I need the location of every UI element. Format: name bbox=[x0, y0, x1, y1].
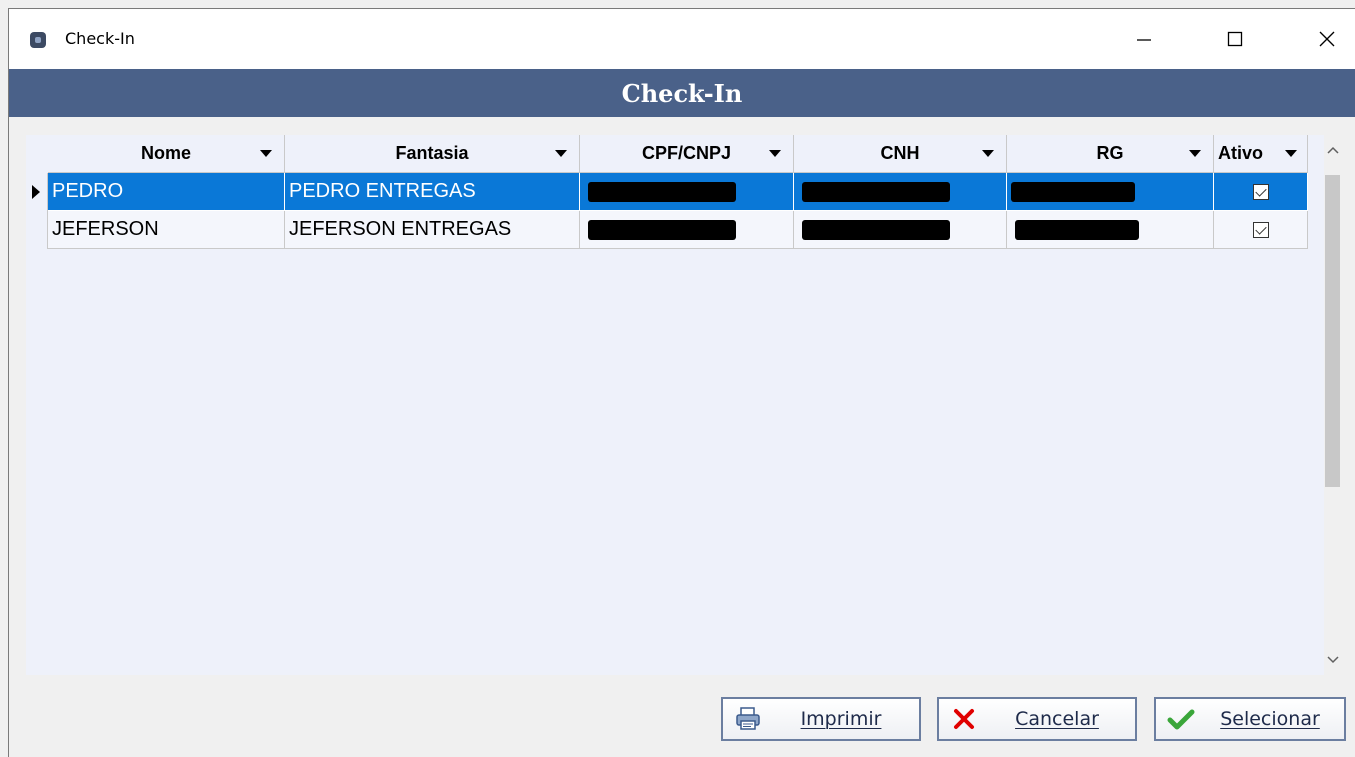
dropdown-caret-icon[interactable] bbox=[1285, 150, 1297, 157]
app-icon bbox=[30, 32, 46, 48]
printer-icon bbox=[733, 704, 763, 734]
cell-fantasia[interactable]: PEDRO ENTREGAS bbox=[285, 173, 580, 211]
maximize-button[interactable] bbox=[1212, 9, 1258, 69]
cell-rg[interactable] bbox=[1007, 211, 1214, 249]
selecionar-button[interactable]: Selecionar bbox=[1154, 697, 1346, 741]
grid-header-row: Nome Fantasia CPF/CNPJ CNH RG Ativo bbox=[48, 135, 1308, 173]
scroll-up-button[interactable] bbox=[1324, 135, 1341, 165]
cell-rg[interactable] bbox=[1007, 173, 1214, 211]
chevron-down-icon bbox=[1326, 656, 1339, 664]
scroll-thumb[interactable] bbox=[1325, 175, 1340, 487]
check-icon bbox=[1166, 704, 1196, 734]
check-in-window: Check-In Check-In Nome Fantasia CPF/CNPJ… bbox=[8, 8, 1355, 757]
minimize-button[interactable] bbox=[1121, 9, 1167, 69]
column-header-label: RG bbox=[1096, 143, 1124, 163]
imprimir-label: Imprimir bbox=[800, 708, 882, 730]
table-row[interactable]: JEFERSON JEFERSON ENTREGAS bbox=[48, 211, 1308, 249]
cell-ativo[interactable] bbox=[1214, 173, 1308, 211]
cell-fantasia[interactable]: JEFERSON ENTREGAS bbox=[285, 211, 580, 249]
close-button[interactable] bbox=[1304, 9, 1350, 69]
redaction-mark bbox=[1011, 181, 1135, 202]
form-header-title: Check-In bbox=[621, 78, 743, 108]
ativo-checkbox[interactable] bbox=[1252, 221, 1269, 238]
vertical-scrollbar[interactable] bbox=[1324, 135, 1341, 675]
maximize-icon bbox=[1227, 31, 1243, 47]
cell-cpf-cnpj[interactable] bbox=[580, 173, 794, 211]
chevron-up-icon bbox=[1326, 146, 1339, 154]
selecionar-label: Selecionar bbox=[1220, 708, 1320, 730]
minimize-icon bbox=[1137, 39, 1151, 41]
cancelar-button[interactable]: Cancelar bbox=[937, 697, 1137, 741]
close-icon bbox=[1319, 31, 1335, 47]
column-header-label: CPF/CNPJ bbox=[641, 143, 731, 163]
imprimir-button[interactable]: Imprimir bbox=[721, 697, 921, 741]
column-header-cnh[interactable]: CNH bbox=[794, 135, 1007, 173]
cell-cnh[interactable] bbox=[794, 173, 1007, 211]
cell-cnh[interactable] bbox=[794, 211, 1007, 249]
dropdown-caret-icon[interactable] bbox=[769, 150, 781, 157]
scroll-down-button[interactable] bbox=[1324, 645, 1341, 675]
current-row-indicator-icon bbox=[32, 185, 40, 199]
dropdown-caret-icon[interactable] bbox=[260, 150, 272, 157]
window-title: Check-In bbox=[65, 29, 135, 48]
column-header-label: Ativo bbox=[1218, 143, 1263, 163]
column-header-cpf-cnpj[interactable]: CPF/CNPJ bbox=[580, 135, 794, 173]
column-header-label: CNH bbox=[880, 143, 920, 163]
dropdown-caret-icon[interactable] bbox=[555, 150, 567, 157]
redaction-mark bbox=[588, 219, 736, 240]
column-header-ativo[interactable]: Ativo bbox=[1214, 135, 1308, 173]
dropdown-caret-icon[interactable] bbox=[1189, 150, 1201, 157]
cancel-x-icon bbox=[949, 704, 979, 734]
cell-nome[interactable]: PEDRO bbox=[48, 173, 285, 211]
cancelar-label: Cancelar bbox=[1015, 708, 1099, 730]
column-header-fantasia[interactable]: Fantasia bbox=[285, 135, 580, 173]
title-bar: Check-In bbox=[9, 9, 1355, 69]
redaction-mark bbox=[802, 219, 950, 240]
redaction-mark bbox=[802, 181, 950, 202]
redaction-mark bbox=[1015, 219, 1139, 240]
data-grid[interactable]: Nome Fantasia CPF/CNPJ CNH RG Ativo PEDR… bbox=[26, 135, 1341, 675]
form-header: Check-In bbox=[9, 69, 1355, 117]
cell-nome[interactable]: JEFERSON bbox=[48, 211, 285, 249]
ativo-checkbox[interactable] bbox=[1252, 183, 1269, 200]
dropdown-caret-icon[interactable] bbox=[982, 150, 994, 157]
table-row[interactable]: PEDRO PEDRO ENTREGAS bbox=[48, 173, 1308, 211]
redaction-mark bbox=[588, 181, 736, 202]
column-header-label: Nome bbox=[140, 143, 191, 163]
column-header-nome[interactable]: Nome bbox=[48, 135, 285, 173]
cell-ativo[interactable] bbox=[1214, 211, 1308, 249]
column-header-label: Fantasia bbox=[395, 143, 469, 163]
cell-cpf-cnpj[interactable] bbox=[580, 211, 794, 249]
column-header-rg[interactable]: RG bbox=[1007, 135, 1214, 173]
